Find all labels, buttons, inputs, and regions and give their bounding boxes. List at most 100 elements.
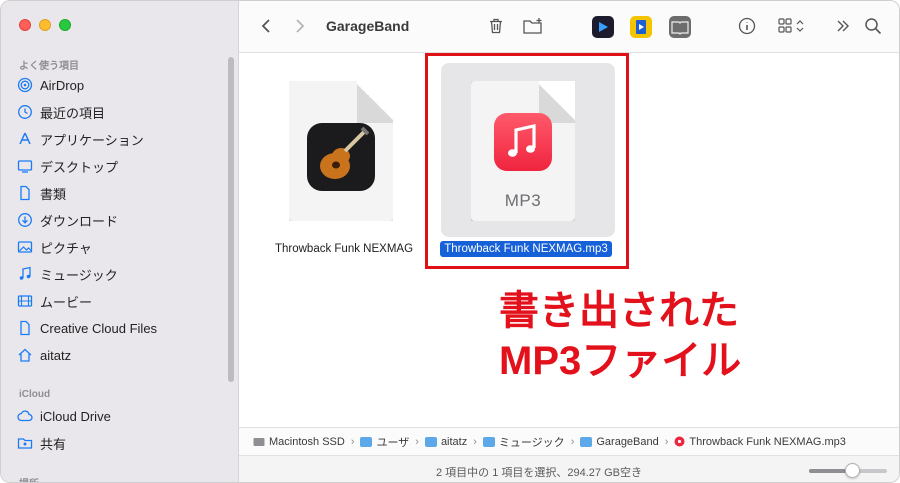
sidebar-item-icloud-drive[interactable]: iCloud Drive [17, 404, 222, 428]
minimize-button[interactable] [39, 19, 51, 31]
airdrop-icon [17, 77, 33, 93]
chevron-double-right-icon [837, 20, 849, 32]
sidebar-item-home[interactable]: aitatz [17, 343, 222, 367]
forward-button[interactable] [289, 15, 311, 37]
music-file-icon [674, 436, 685, 447]
sidebar-item-movies[interactable]: ムービー [17, 289, 222, 313]
folder-icon [424, 436, 437, 447]
close-button[interactable] [19, 19, 31, 31]
sidebar-item-shared[interactable]: 共有 [17, 431, 222, 455]
app-shortcut-video-icon[interactable] [592, 16, 614, 38]
file-name-label: Throwback Funk NEXMAG [274, 243, 414, 255]
chevron-right-icon: › [473, 435, 477, 448]
trash-icon [490, 18, 502, 34]
window-title: GarageBand [326, 18, 410, 34]
favorites-section-title: よく使う項目 [19, 61, 79, 72]
film-icon [17, 295, 33, 307]
trash-button[interactable] [485, 15, 507, 37]
sidebar-item-pictures[interactable]: ピクチャ [17, 235, 222, 259]
document-icon [20, 320, 30, 336]
sidebar-item-label: ムービー [40, 294, 93, 310]
file-item-garageband-project[interactable]: Throwback Funk NEXMAG [249, 63, 439, 265]
sidebar-item-label: ダウンロード [40, 213, 119, 229]
pictures-icon [17, 241, 33, 253]
sidebar-item-label: 共有 [40, 436, 67, 452]
desktop-icon [17, 160, 33, 173]
sidebar-item-documents[interactable]: 書類 [17, 181, 222, 205]
new-folder-icon [523, 18, 542, 34]
sidebar-item-label: Creative Cloud Files [40, 320, 158, 336]
folder-icon [482, 436, 495, 447]
folder-icon [580, 436, 593, 447]
document-icon [20, 185, 30, 201]
applications-icon [19, 132, 31, 145]
sidebar-item-music[interactable]: ミュージック [17, 262, 222, 286]
icon-size-slider[interactable] [809, 463, 887, 478]
sidebar-item-label: AirDrop [40, 77, 85, 93]
grid-view-icon [778, 18, 804, 33]
chevron-right-icon: › [664, 435, 669, 448]
sidebar-item-label: デスクトップ [40, 159, 119, 175]
new-folder-button[interactable] [522, 15, 544, 37]
sidebar-item-label: アプリケーション [40, 132, 144, 148]
cloud-icon [17, 410, 33, 422]
info-icon [738, 17, 756, 35]
chevron-left-icon [261, 19, 270, 33]
home-icon [18, 348, 32, 362]
annotation-text: 書き出された MP3ファイル [499, 286, 799, 386]
chevron-right-icon [296, 19, 305, 33]
chevron-right-icon: › [570, 435, 575, 448]
sidebar: よく使う項目 AirDrop 最近の項目 アプリケーション デスクトップ 書類 … [1, 1, 239, 482]
sidebar-item-recents[interactable]: 最近の項目 [17, 100, 222, 124]
highlight-frame [425, 53, 629, 269]
locations-section-title: 場所 [19, 475, 39, 482]
sidebar-item-downloads[interactable]: ダウンロード [17, 208, 222, 232]
sidebar-item-label: ミュージック [40, 267, 118, 283]
path-item-home[interactable]: aitatz [424, 436, 467, 448]
annotation-line-2: MP3ファイル [499, 339, 742, 383]
clock-icon [18, 105, 32, 119]
sidebar-item-desktop[interactable]: デスクトップ [17, 154, 222, 178]
status-bar: 2 項目中の 1 項目を選択、294.27 GB空き [239, 455, 899, 482]
page-fold [357, 81, 393, 123]
app-shortcut-book-icon[interactable] [669, 16, 691, 38]
annotation-line-1: 書き出された [499, 289, 739, 333]
sidebar-item-label: iCloud Drive [40, 408, 111, 424]
sidebar-item-label: aitatz [40, 347, 72, 363]
sidebar-item-applications[interactable]: アプリケーション [17, 127, 222, 151]
more-toolbar-button[interactable] [832, 15, 854, 37]
status-text: 2 項目中の 1 項目を選択、294.27 GB空き [436, 467, 642, 479]
hard-drive-icon [253, 437, 265, 446]
chevron-right-icon: › [350, 435, 355, 448]
sidebar-item-label: ピクチャ [40, 240, 92, 256]
app-shortcut-pdf-icon[interactable] [630, 16, 652, 38]
path-bar: Macintosh SSD › ユーザ › aitatz › ミュージック › … [239, 427, 899, 455]
sidebar-item-label: 最近の項目 [40, 105, 106, 121]
view-options-button[interactable] [777, 15, 813, 37]
window-controls [19, 19, 71, 31]
zoom-button[interactable] [59, 19, 71, 31]
icloud-section-title: iCloud [19, 389, 51, 400]
path-item-garageband[interactable]: GarageBand [580, 436, 659, 448]
chevron-right-icon: › [415, 435, 419, 448]
music-note-icon [19, 266, 31, 280]
path-item-file[interactable]: Throwback Funk NEXMAG.mp3 [674, 436, 846, 448]
folder-icon [360, 436, 373, 447]
sidebar-scrollbar[interactable] [228, 57, 234, 382]
info-button[interactable] [736, 15, 758, 37]
path-item-disk[interactable]: Macintosh SSD [253, 436, 345, 448]
back-button[interactable] [255, 15, 277, 37]
slider-thumb[interactable] [844, 463, 860, 478]
sidebar-item-label: 書類 [40, 186, 67, 202]
search-icon [865, 18, 882, 35]
shared-folder-icon [17, 438, 33, 449]
path-item-music[interactable]: ミュージック [482, 434, 565, 450]
sidebar-item-creative-cloud-files[interactable]: Creative Cloud Files [17, 316, 222, 340]
finder-window: よく使う項目 AirDrop 最近の項目 アプリケーション デスクトップ 書類 … [0, 0, 900, 483]
search-button[interactable] [862, 15, 884, 37]
path-item-users[interactable]: ユーザ [360, 434, 409, 450]
garageband-guitar-icon [307, 123, 375, 191]
toolbar: GarageBand [239, 1, 899, 53]
download-icon [18, 213, 32, 227]
sidebar-item-airdrop[interactable]: AirDrop [17, 73, 222, 97]
